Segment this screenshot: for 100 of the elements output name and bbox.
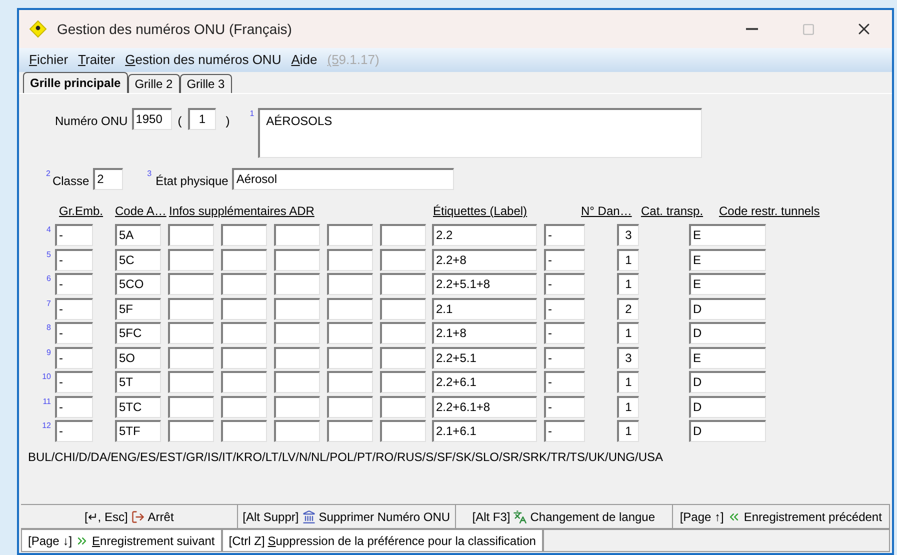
physical-state-field[interactable]: Aérosol [232,168,454,190]
table-cell[interactable]: - [544,248,585,270]
table-cell[interactable]: - [544,298,585,320]
table-cell[interactable]: 2.1 [432,298,537,320]
table-cell[interactable]: 2.2 [432,224,537,246]
table-cell[interactable]: D [689,420,766,442]
variant-field[interactable]: 1 [188,108,216,130]
table-cell[interactable]: - [544,346,585,368]
table-cell[interactable]: E [689,273,766,295]
table-cell[interactable] [274,224,320,246]
table-cell[interactable]: - [55,273,93,295]
table-cell[interactable] [221,396,267,418]
table-cell[interactable] [274,420,320,442]
table-cell[interactable]: 3 [617,346,639,368]
table-cell[interactable]: - [55,224,93,246]
table-cell[interactable]: - [55,298,93,320]
table-cell[interactable]: D [689,396,766,418]
table-cell[interactable]: 5FC [115,322,161,344]
table-cell[interactable]: - [544,420,585,442]
function-key-button[interactable]: [Alt F3] Changement de langue [456,505,673,528]
table-cell[interactable]: D [689,371,766,393]
function-key-button[interactable]: [↵, Esc] Arrêt [21,505,238,528]
table-cell[interactable] [274,396,320,418]
table-cell[interactable] [327,420,373,442]
table-cell[interactable] [221,371,267,393]
table-cell[interactable] [168,273,214,295]
table-cell[interactable]: - [544,322,585,344]
table-cell[interactable]: - [55,396,93,418]
table-cell[interactable] [327,322,373,344]
table-cell[interactable] [274,298,320,320]
table-cell[interactable]: - [544,224,585,246]
table-cell[interactable]: - [55,322,93,344]
table-cell[interactable] [274,371,320,393]
table-cell[interactable] [327,248,373,270]
table-cell[interactable] [221,273,267,295]
table-cell[interactable]: E [689,224,766,246]
table-cell[interactable] [168,346,214,368]
table-cell[interactable] [380,396,426,418]
table-cell[interactable] [380,420,426,442]
table-cell[interactable] [327,273,373,295]
table-cell[interactable]: D [689,298,766,320]
table-cell[interactable]: 2.2+5.1 [432,346,537,368]
tab[interactable]: Grille 3 [180,74,232,93]
class-field[interactable]: 2 [93,168,124,190]
table-cell[interactable]: 2.2+5.1+8 [432,273,537,295]
table-cell[interactable] [380,371,426,393]
table-cell[interactable]: 2.2+8 [432,248,537,270]
table-cell[interactable]: 5O [115,346,161,368]
menu-item[interactable]: Traiter [78,50,116,70]
table-cell[interactable] [274,273,320,295]
function-key-button[interactable]: [Page ↑] Enregistrement précédent [672,505,890,528]
menu-item[interactable]: Gestion des numéros ONU [125,50,282,70]
table-cell[interactable] [274,346,320,368]
table-cell[interactable]: E [689,248,766,270]
table-cell[interactable] [221,420,267,442]
table-cell[interactable]: 1 [617,420,639,442]
table-cell[interactable] [380,248,426,270]
table-cell[interactable]: 2 [617,298,639,320]
table-cell[interactable] [327,371,373,393]
table-cell[interactable] [168,371,214,393]
table-cell[interactable]: 2.2+6.1+8 [432,396,537,418]
table-cell[interactable]: E [689,346,766,368]
table-cell[interactable] [380,346,426,368]
table-cell[interactable] [168,298,214,320]
table-cell[interactable]: D [689,322,766,344]
tab[interactable]: Grille 2 [128,74,180,93]
table-cell[interactable]: - [55,248,93,270]
table-cell[interactable]: - [55,346,93,368]
table-cell[interactable]: 5TC [115,396,161,418]
table-cell[interactable]: 1 [617,322,639,344]
table-cell[interactable]: 1 [617,396,639,418]
menu-item[interactable]: Aide [291,50,318,70]
table-cell[interactable]: - [544,396,585,418]
table-cell[interactable]: 5CO [115,273,161,295]
table-cell[interactable]: 2.2+6.1 [432,371,537,393]
table-cell[interactable]: 5C [115,248,161,270]
table-cell[interactable]: 5T [115,371,161,393]
table-cell[interactable] [168,420,214,442]
tab[interactable]: Grille principale [23,72,128,93]
table-cell[interactable] [380,224,426,246]
table-cell[interactable] [221,248,267,270]
table-cell[interactable]: 3 [617,224,639,246]
function-key-button[interactable]: [Alt Suppr] Supprimer Numéro ONU [238,505,456,528]
table-cell[interactable] [168,396,214,418]
table-cell[interactable]: 1 [617,371,639,393]
table-cell[interactable]: 5F [115,298,161,320]
table-cell[interactable] [274,322,320,344]
table-cell[interactable]: - [544,273,585,295]
table-cell[interactable]: 1 [617,273,639,295]
table-cell[interactable] [168,248,214,270]
table-cell[interactable]: 5TF [115,420,161,442]
table-cell[interactable]: - [544,371,585,393]
table-cell[interactable] [221,298,267,320]
un-number-field[interactable]: 1950 [132,108,172,130]
table-cell[interactable]: - [55,420,93,442]
table-cell[interactable]: - [55,371,93,393]
table-cell[interactable]: 2.1+6.1 [432,420,537,442]
table-cell[interactable] [221,224,267,246]
table-cell[interactable]: 2.1+8 [432,322,537,344]
table-cell[interactable] [274,248,320,270]
